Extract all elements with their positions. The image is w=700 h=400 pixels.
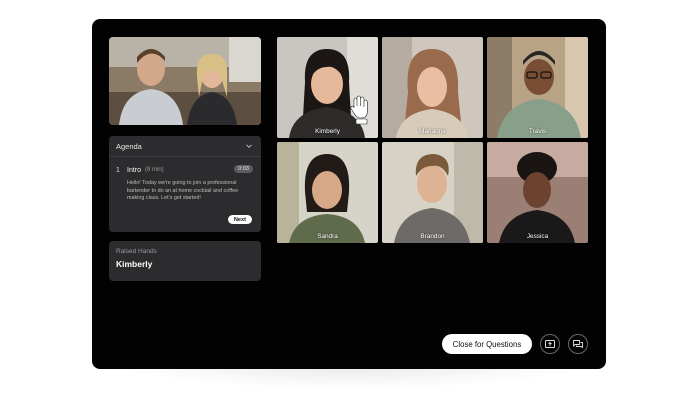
- participant-video: [382, 142, 483, 243]
- participant-tile-brandon[interactable]: Brandon: [382, 142, 483, 243]
- meeting-display: Agenda 1 Intro (8 min) 0:03 Hello! Today…: [92, 19, 606, 369]
- featured-video[interactable]: [109, 37, 261, 125]
- participant-name: Jessica: [526, 233, 549, 240]
- agenda-item: 1 Intro (8 min) 0:03 Hello! Today we're …: [109, 157, 261, 203]
- agenda-item-number: 1: [116, 166, 120, 174]
- agenda-title: Agenda: [116, 141, 142, 151]
- agenda-panel: Agenda 1 Intro (8 min) 0:03 Hello! Today…: [109, 136, 261, 232]
- raised-hands-label: Raised Hands: [116, 248, 157, 255]
- agenda-timer-badge: 0:03: [234, 165, 253, 173]
- participant-name: Marianne: [419, 128, 446, 135]
- participant-name: Travis: [528, 128, 547, 135]
- participant-tile-jessica[interactable]: Jessica: [487, 142, 588, 243]
- close-for-questions-button[interactable]: Close for Questions: [442, 334, 532, 354]
- present-screen-button[interactable]: [540, 334, 560, 354]
- agenda-item-description: Hello! Today we're going to join a profe…: [127, 180, 239, 202]
- chevron-down-icon[interactable]: [244, 141, 254, 151]
- raised-hands-panel: Raised Hands Kimberly: [109, 241, 261, 281]
- participant-video: [277, 142, 378, 243]
- participant-video: [487, 142, 588, 243]
- participant-name: Brandon: [420, 233, 445, 240]
- participant-video: [487, 37, 588, 138]
- present-screen-icon: [545, 339, 555, 348]
- participant-tile-marianne[interactable]: Marianne: [382, 37, 483, 138]
- participant-name: Sandra: [317, 233, 338, 240]
- participant-tile-sandra[interactable]: Sandra: [277, 142, 378, 243]
- agenda-item-duration: (8 min): [145, 167, 164, 173]
- agenda-header[interactable]: Agenda: [109, 136, 261, 157]
- participant-video: [382, 37, 483, 138]
- raised-hand-name[interactable]: Kimberly: [116, 259, 254, 269]
- chat-icon: [573, 339, 583, 348]
- next-button[interactable]: Next: [227, 215, 252, 224]
- agenda-item-name: Intro: [127, 166, 142, 174]
- chat-button[interactable]: [568, 334, 588, 354]
- participant-tile-kimberly[interactable]: Kimberly: [277, 37, 378, 138]
- featured-video-image: [109, 37, 261, 125]
- participant-name: Kimberly: [315, 128, 340, 135]
- participant-tile-travis[interactable]: Travis: [487, 37, 588, 138]
- raised-hand-icon: [349, 95, 373, 125]
